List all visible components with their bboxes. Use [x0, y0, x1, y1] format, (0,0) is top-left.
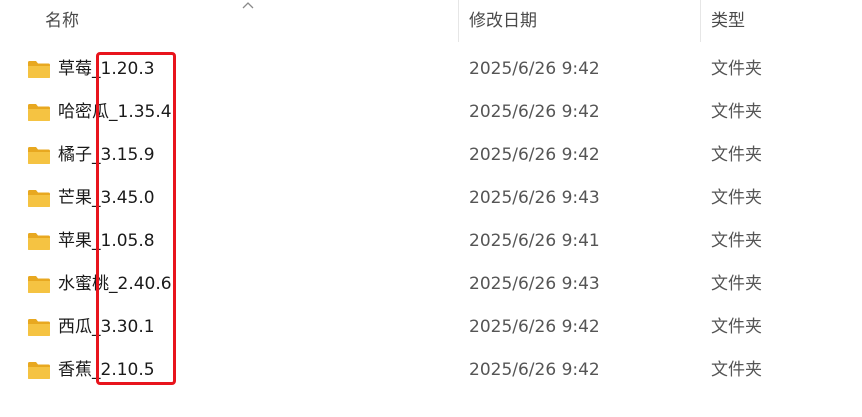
date-modified: 2025/6/26 9:42: [469, 360, 600, 380]
date-modified: 2025/6/26 9:42: [469, 317, 600, 337]
list-item[interactable]: 香蕉_2.10.5 2025/6/26 9:42 文件夹: [0, 349, 862, 392]
column-header-type[interactable]: 类型: [711, 0, 745, 42]
date-modified: 2025/6/26 9:43: [469, 274, 600, 294]
file-name: 香蕉_2.10.5: [58, 360, 155, 380]
folder-icon: [28, 147, 50, 164]
folder-icon: [28, 276, 50, 293]
date-modified: 2025/6/26 9:42: [469, 102, 600, 122]
list-item[interactable]: 橘子_3.15.9 2025/6/26 9:42 文件夹: [0, 134, 862, 177]
file-type: 文件夹: [711, 102, 762, 122]
date-modified: 2025/6/26 9:43: [469, 188, 600, 208]
date-modified: 2025/6/26 9:42: [469, 59, 600, 79]
column-header-name[interactable]: 名称: [45, 0, 79, 42]
folder-icon: [28, 104, 50, 121]
list-item[interactable]: 哈密瓜_1.35.4 2025/6/26 9:42 文件夹: [0, 91, 862, 134]
file-type: 文件夹: [711, 231, 762, 251]
date-modified: 2025/6/26 9:42: [469, 145, 600, 165]
file-name: 橘子_3.15.9: [58, 145, 155, 165]
list-item[interactable]: 苹果_1.05.8 2025/6/26 9:41 文件夹: [0, 220, 862, 263]
file-name: 哈密瓜_1.35.4: [58, 102, 172, 122]
folder-icon: [28, 61, 50, 78]
list-item[interactable]: 西瓜_3.30.1 2025/6/26 9:42 文件夹: [0, 306, 862, 349]
file-type: 文件夹: [711, 360, 762, 380]
file-name: 苹果_1.05.8: [58, 231, 155, 251]
file-name: 西瓜_3.30.1: [58, 317, 155, 337]
folder-icon: [28, 233, 50, 250]
file-type: 文件夹: [711, 188, 762, 208]
file-explorer-list: 名称 修改日期 类型 草莓_1.20.3 2025/6/26 9:42 文件夹 …: [0, 0, 862, 417]
file-type: 文件夹: [711, 59, 762, 79]
chevron-up-icon: [242, 2, 254, 9]
folder-icon: [28, 190, 50, 207]
column-header-bar: 名称 修改日期 类型: [0, 0, 862, 42]
column-divider[interactable]: [700, 0, 701, 42]
file-type: 文件夹: [711, 145, 762, 165]
file-name: 芒果_3.45.0: [58, 188, 155, 208]
file-name: 水蜜桃_2.40.6: [58, 274, 172, 294]
file-list: 草莓_1.20.3 2025/6/26 9:42 文件夹 哈密瓜_1.35.4 …: [0, 48, 862, 392]
list-item[interactable]: 芒果_3.45.0 2025/6/26 9:43 文件夹: [0, 177, 862, 220]
folder-icon: [28, 319, 50, 336]
date-modified: 2025/6/26 9:41: [469, 231, 600, 251]
list-item[interactable]: 草莓_1.20.3 2025/6/26 9:42 文件夹: [0, 48, 862, 91]
folder-icon: [28, 362, 50, 379]
file-type: 文件夹: [711, 317, 762, 337]
file-name: 草莓_1.20.3: [58, 59, 155, 79]
column-header-date-modified[interactable]: 修改日期: [469, 0, 537, 42]
file-type: 文件夹: [711, 274, 762, 294]
column-divider[interactable]: [458, 0, 459, 42]
list-item[interactable]: 水蜜桃_2.40.6 2025/6/26 9:43 文件夹: [0, 263, 862, 306]
